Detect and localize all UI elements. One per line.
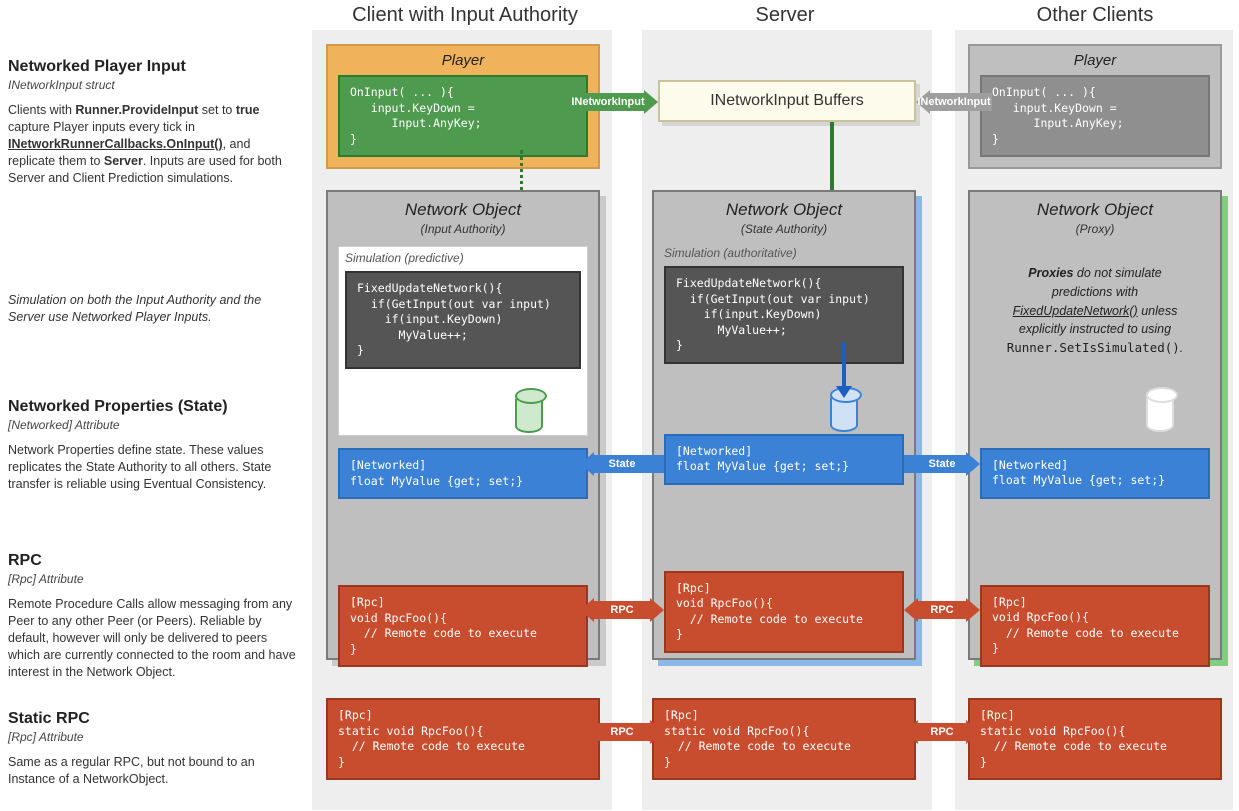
arrow-srpc-server-proxy: RPC: [904, 720, 980, 744]
code-rpc-server: [Rpc] void RpcFoo(){ // Remote code to e…: [664, 571, 904, 653]
player-box-others: Player OnInput( ... ){ input.KeyDown = I…: [968, 44, 1222, 169]
arrow-input-label-2: INetworkInput: [916, 96, 992, 108]
col-header-client: Client with Input Authority: [320, 4, 610, 27]
code-fun-client: FixedUpdateNetwork(){ if(GetInput(out va…: [345, 271, 581, 369]
nobox-client-title: Network Object: [338, 200, 588, 220]
nobox-proxy-sub: (Proxy): [980, 222, 1210, 236]
nobox-client-sub: (Input Authority): [338, 222, 588, 236]
lc-rpc-body: Remote Procedure Calls allow messaging f…: [8, 596, 298, 680]
col-header-others: Other Clients: [960, 4, 1230, 27]
cylinder-proxy: [1146, 392, 1174, 432]
nobox-proxy-title: Network Object: [980, 200, 1210, 220]
proxy-note: Proxies do not simulate predictions with…: [980, 236, 1210, 358]
player-code-others: OnInput( ... ){ input.KeyDown = Input.An…: [980, 75, 1210, 157]
lc-input-title: Networked Player Input: [8, 58, 298, 76]
arrow-srpc-label-2: RPC: [904, 726, 980, 738]
sim-label-client: Simulation (predictive): [345, 251, 581, 265]
arrow-rpc-server-proxy: RPC: [904, 598, 980, 622]
arrow-srpc-label-1: RPC: [580, 726, 664, 738]
lc-srpc-sub: [Rpc] Attribute: [8, 730, 298, 744]
cylinder-client: [515, 393, 543, 433]
arrow-srpc-client-server: RPC: [580, 720, 664, 744]
arrow-input-to-server: INetworkInput: [558, 90, 658, 114]
code-networked-proxy: [Networked] float MyValue {get; set;}: [980, 448, 1210, 499]
lc-srpc-body: Same as a regular RPC, but not bound to …: [8, 754, 298, 788]
sim-label-server: Simulation (authoritative): [664, 246, 904, 260]
code-networked-client: [Networked] float MyValue {get; set;}: [338, 448, 588, 499]
code-srpc-client: [Rpc] static void RpcFoo(){ // Remote co…: [326, 698, 600, 780]
lc-sim-body: Simulation on both the Input Authority a…: [8, 292, 298, 326]
player-title-others: Player: [980, 52, 1210, 69]
code-srpc-server: [Rpc] static void RpcFoo(){ // Remote co…: [652, 698, 916, 780]
nobox-proxy: Network Object (Proxy) Proxies do not si…: [968, 190, 1222, 660]
arrow-rpc-label-2: RPC: [904, 604, 980, 616]
arrow-input-label-1: INetworkInput: [558, 96, 658, 108]
col-header-server: Server: [650, 4, 920, 27]
arrow-rpc-label-1: RPC: [580, 604, 664, 616]
nobox-server: Network Object (State Authority) Simulat…: [652, 190, 916, 660]
lc-input-sub: INetworkInput struct: [8, 78, 298, 92]
code-rpc-client: [Rpc] void RpcFoo(){ // Remote code to e…: [338, 585, 588, 667]
nobox-client: Network Object (Input Authority) Simulat…: [326, 190, 600, 660]
code-srpc-proxy: [Rpc] static void RpcFoo(){ // Remote co…: [968, 698, 1222, 780]
lc-rpc-title: RPC: [8, 552, 298, 570]
nobox-server-title: Network Object: [664, 200, 904, 220]
arrow-state-to-proxy: State: [904, 452, 980, 476]
lc-state-body: Network Properties define state. These v…: [8, 442, 298, 493]
arrow-server-state-down: [842, 342, 846, 388]
lc-rpc-sub: [Rpc] Attribute: [8, 572, 298, 586]
arrow-state-label-1: State: [580, 458, 664, 470]
nobox-client-sim: Simulation (predictive) FixedUpdateNetwo…: [338, 246, 588, 436]
cylinder-server: [830, 392, 858, 432]
player-code-client: OnInput( ... ){ input.KeyDown = Input.An…: [338, 75, 588, 157]
arrow-input-from-others: INetworkInput: [916, 90, 992, 114]
lc-srpc-title: Static RPC: [8, 710, 298, 728]
code-fun-server: FixedUpdateNetwork(){ if(GetInput(out va…: [664, 266, 904, 364]
player-title-client: Player: [338, 52, 588, 69]
code-rpc-proxy: [Rpc] void RpcFoo(){ // Remote code to e…: [980, 585, 1210, 667]
arrow-state-label-2: State: [904, 458, 980, 470]
inetworkinput-buffer: INetworkInput Buffers: [658, 80, 916, 122]
lc-state-title: Networked Properties (State): [8, 398, 298, 416]
lc-input-body: Clients with Runner.ProvideInput set to …: [8, 102, 298, 186]
arrow-state-to-client: State: [580, 452, 664, 476]
lc-state-sub: [Networked] Attribute: [8, 418, 298, 432]
arrow-rpc-client-server: RPC: [580, 598, 664, 622]
code-networked-server: [Networked] float MyValue {get; set;}: [664, 434, 904, 485]
nobox-server-sub: (State Authority): [664, 222, 904, 236]
